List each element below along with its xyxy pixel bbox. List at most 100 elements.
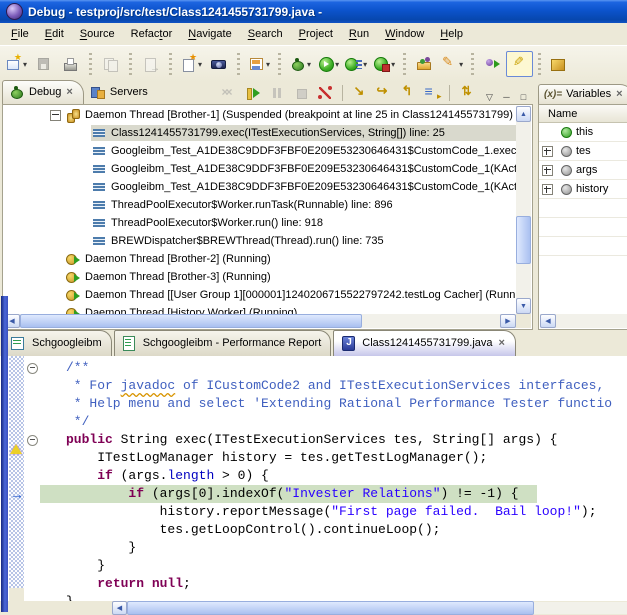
tree-row[interactable]: Daemon Thread [Brother-3] (Running) [4,268,516,286]
code-line[interactable]: * Help menu and select 'Extending Ration… [66,395,627,413]
report-button[interactable]: ▾ [245,51,273,77]
close-icon[interactable]: × [65,86,73,98]
save-all-button[interactable] [97,51,124,77]
variable-row[interactable]: tes [539,142,627,161]
tree-row[interactable]: Daemon Thread [History Worker] (Running) [4,304,516,314]
marker-button[interactable]: ▾ [438,51,466,77]
view-tab-variables[interactable]: (x)= Variables × [538,84,627,104]
debug-vertical-scrollbar[interactable]: ▲ ▼ [516,106,531,314]
view-tab-servers[interactable]: Servers [84,81,157,104]
menu-item-refactor[interactable]: Refactor [123,25,181,43]
editor-tab-schgoogleibm-performance-report[interactable]: Schgoogleibm - Performance Report [114,330,332,356]
code-line[interactable]: history.reportMessage("First page failed… [66,503,627,521]
tree-row[interactable]: Class1241455731799.exec(ITestExecutionSe… [4,124,516,142]
variable-row[interactable]: history [539,180,627,199]
tree-row[interactable]: Googleibm_Test_A1DE38C9DDF3FBF0E209E5323… [4,178,516,196]
titlebar[interactable]: Debug - testproj/src/test/Class124145573… [0,0,627,23]
scroll-left-button[interactable]: ◀ [540,314,556,328]
menu-item-edit[interactable]: Edit [37,25,72,43]
code-line[interactable]: public String exec(ITestExecutionService… [66,431,627,449]
menu-item-run[interactable]: Run [341,25,377,43]
tree-row[interactable]: Daemon Thread [Brother-1] (Suspended (br… [4,106,516,124]
column-header-name[interactable]: Name [539,105,627,123]
code-line[interactable]: } [66,539,627,557]
close-icon[interactable]: × [615,88,623,100]
remove-terminated-button[interactable] [218,82,240,104]
debug-horizontal-scrollbar[interactable]: ◀ ▶ [4,314,516,328]
view-menu-button[interactable]: ▽ [482,90,497,104]
tree-row[interactable]: BREWDispatcher$BREWThread(Thread).run() … [4,232,516,250]
editor-tab-class1241455731799-java[interactable]: Class1241455731799.java× [333,330,516,356]
code-line[interactable]: return null; [66,575,627,593]
maximize-button[interactable]: □ [516,90,531,104]
scroll-thumb[interactable] [516,216,531,264]
tree-row[interactable]: Daemon Thread [Brother-2] (Running) [4,250,516,268]
variable-row[interactable]: args [539,161,627,180]
fold-marker-icon[interactable] [27,435,38,446]
step-over-button[interactable] [373,82,395,104]
scroll-up-button[interactable]: ▲ [516,106,531,122]
menu-item-help[interactable]: Help [432,25,471,43]
code-line[interactable]: } [66,593,627,601]
warning-icon[interactable] [10,432,24,446]
editor-horizontal-scrollbar[interactable]: ◀ [0,601,627,615]
menu-item-search[interactable]: Search [240,25,291,43]
partial-button[interactable] [546,51,573,77]
scroll-thumb[interactable] [20,314,362,328]
tree-row[interactable]: Daemon Thread [[User Group 1][000001]124… [4,286,516,304]
code-line[interactable]: * For javadoc of ICustomCode2 and ITestE… [66,377,627,395]
disconnect-button[interactable] [314,82,336,104]
scroll-track[interactable] [534,602,627,614]
save-button[interactable] [30,51,57,77]
tree-row[interactable]: Googleibm_Test_A1DE38C9DDF3FBF0E209E5323… [4,142,516,160]
step-filters-button[interactable] [421,82,443,104]
drop-to-frame-button[interactable] [456,82,478,104]
scroll-down-button[interactable]: ▼ [516,298,531,314]
view-tab-debug[interactable]: Debug× [2,80,84,104]
tree-row[interactable]: ThreadPoolExecutor$Worker.run() line: 91… [4,214,516,232]
menu-item-file[interactable]: File [3,25,37,43]
code-line[interactable]: ITestLogManager history = tes.getTestLog… [66,449,627,467]
menu-item-source[interactable]: Source [72,25,123,43]
variables-horizontal-scrollbar[interactable]: ◀ [540,314,627,328]
step-into-button[interactable] [349,82,371,104]
open-test-button[interactable] [411,51,438,77]
code-line[interactable]: if (args[0].indexOf("Invester Relations"… [40,485,627,503]
terminate-button[interactable] [290,82,312,104]
scroll-thumb[interactable] [127,601,534,615]
fold-marker-icon[interactable] [27,363,38,374]
menu-item-navigate[interactable]: Navigate [180,25,239,43]
expander-icon[interactable] [542,165,553,176]
debug-button[interactable]: ▾ [286,51,314,77]
code-line[interactable]: } [66,557,627,575]
menu-item-window[interactable]: Window [377,25,432,43]
expander-icon[interactable] [50,110,61,121]
code-line[interactable]: if (args.length > 0) { [66,467,627,485]
editor-tab-schgoogleibm[interactable]: Schgoogleibm [3,330,112,356]
resume-button[interactable] [242,82,264,104]
scroll-left-button[interactable]: ◀ [112,601,127,615]
code-area[interactable]: /** * For javadoc of ICustomCode2 and IT… [40,356,627,601]
minimize-button[interactable]: ─ [499,90,514,104]
variable-row[interactable]: this [539,123,627,142]
step-return-button[interactable] [397,82,419,104]
run-schedule-button[interactable]: ▾ [342,51,370,77]
export-button[interactable] [137,51,164,77]
highlighter-button[interactable] [506,51,533,77]
print-button[interactable] [57,51,84,77]
code-line[interactable]: /** [66,359,627,377]
new-report-button[interactable]: ▾ [177,51,205,77]
annotation-ruler[interactable] [9,356,24,588]
expander-icon[interactable] [542,146,553,157]
profile-button[interactable]: ▾ [370,51,398,77]
run-button[interactable]: ▾ [314,51,342,77]
code-line[interactable]: */ [66,413,627,431]
camera-button[interactable] [205,51,232,77]
run-element-button[interactable] [479,51,506,77]
expander-icon[interactable] [542,184,553,195]
folding-margin[interactable] [24,356,40,601]
scroll-right-button[interactable]: ▶ [500,314,516,328]
close-icon[interactable]: × [498,337,506,349]
code-line[interactable]: tes.getLoopControl().continueLoop(); [66,521,627,539]
menu-item-project[interactable]: Project [291,25,341,43]
